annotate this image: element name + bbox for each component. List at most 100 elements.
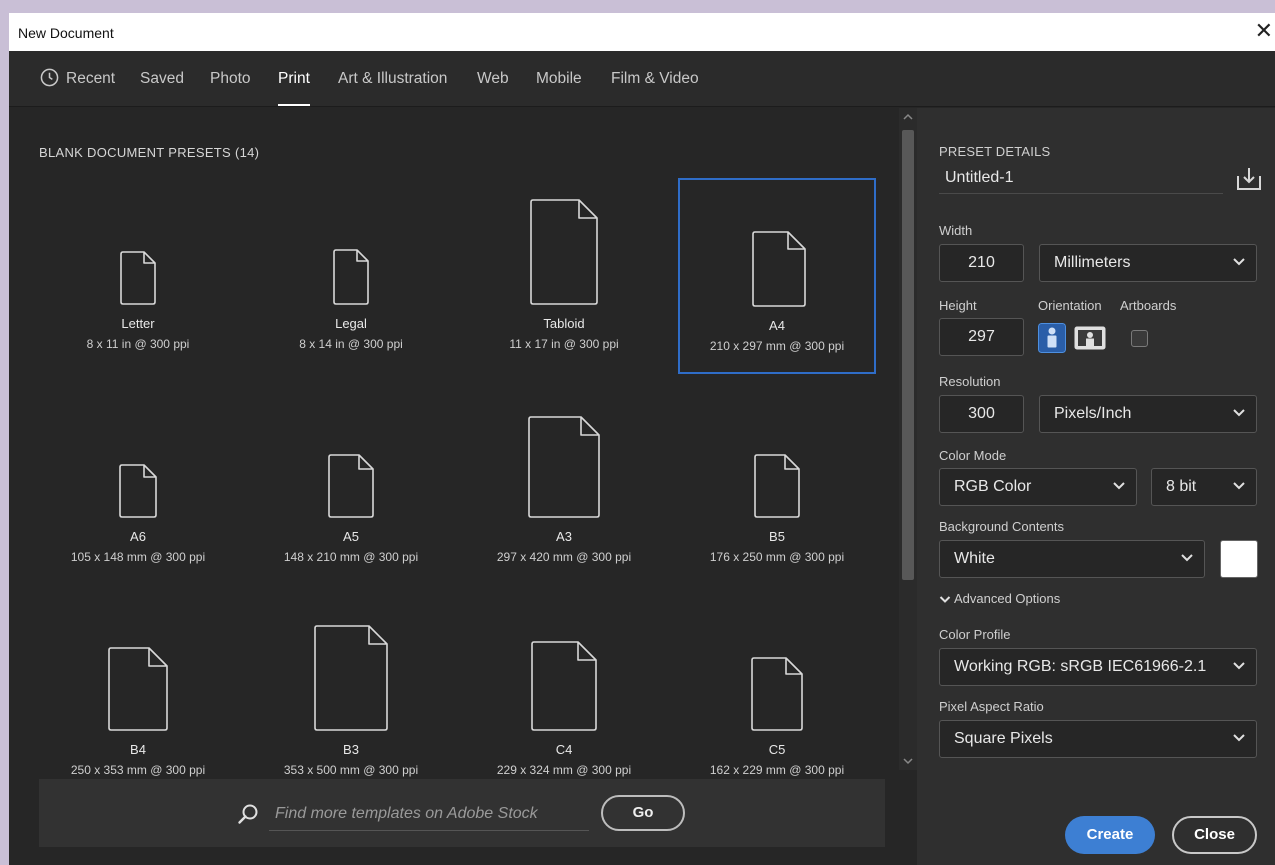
document-icon [528,416,600,518]
document-icon [328,454,374,518]
preset-card-tabloid[interactable]: Tabloid 11 x 17 in @ 300 ppi [465,178,663,374]
preset-card-a4[interactable]: A4 210 x 297 mm @ 300 ppi [678,178,876,374]
preset-card-b3[interactable]: B3 353 x 500 mm @ 300 ppi [252,604,450,800]
orientation-label: Orientation [1038,298,1102,313]
color-profile-value: Working RGB: sRGB IEC61966-2.1 [954,658,1207,675]
preset-card-a5[interactable]: A5 148 x 210 mm @ 300 ppi [252,391,450,587]
go-button[interactable]: Go [601,795,685,831]
category-tabs: Recent Saved Photo Print Art & Illustrat… [9,51,1275,107]
presets-scrollbar[interactable] [899,108,917,770]
preset-card-legal[interactable]: Legal 8 x 14 in @ 300 ppi [252,178,450,374]
width-label: Width [939,223,973,238]
advanced-options-toggle[interactable]: Advanced Options [939,591,1060,606]
preset-name: B4 [130,742,146,757]
pixel-aspect-ratio-label: Pixel Aspect Ratio [939,699,1044,714]
resolution-unit-value: Pixels/Inch [1054,405,1132,422]
chevron-down-icon [1233,734,1245,742]
preset-card-c5[interactable]: C5 162 x 229 mm @ 300 ppi [678,604,876,800]
preset-dimensions: 11 x 17 in @ 300 ppi [509,337,619,351]
document-icon [531,641,597,731]
height-value: 297 [968,328,995,345]
tab-art-illustration[interactable]: Art & Illustration [338,70,447,88]
tab-photo[interactable]: Photo [210,70,251,88]
presets-panel: BLANK DOCUMENT PRESETS (14) Letter 8 x 11… [9,108,899,865]
scroll-up-icon[interactable] [902,112,914,122]
height-input[interactable]: 297 [939,318,1024,356]
preset-name: Letter [121,316,155,331]
document-icon [314,625,388,731]
scroll-thumb[interactable] [902,130,914,580]
document-icon [530,199,598,305]
chevron-down-icon [1233,482,1245,490]
stock-search-input[interactable] [269,797,589,831]
dialog-title: New Document [18,25,114,41]
resolution-label: Resolution [939,374,1001,389]
preset-name: Legal [335,316,367,331]
stock-search-bar: Go [39,779,885,847]
preset-name: C5 [768,742,786,757]
tab-mobile[interactable]: Mobile [536,70,582,88]
preset-details-panel: PRESET DETAILS Untitled-1 Width 210 Mill… [917,108,1275,865]
chevron-down-icon [1181,554,1193,562]
search-icon [238,804,258,824]
document-icon [333,249,369,305]
resolution-unit-select[interactable]: Pixels/Inch [1039,395,1257,433]
preset-dimensions: 8 x 14 in @ 300 ppi [299,337,403,351]
document-icon [752,231,806,307]
width-value: 210 [968,254,995,271]
background-contents-label: Background Contents [939,519,1065,534]
color-mode-label: Color Mode [939,448,1007,463]
tab-saved[interactable]: Saved [140,70,184,88]
tab-recent[interactable]: Recent [66,70,115,88]
width-unit-value: Millimeters [1054,254,1131,271]
tab-print[interactable]: Print [278,70,310,88]
preset-dimensions: 353 x 500 mm @ 300 ppi [283,763,419,777]
artboards-checkbox[interactable] [1131,330,1148,347]
preset-name: A5 [343,529,359,544]
close-icon[interactable]: ✕ [1255,19,1273,43]
title-bar: New Document ✕ [9,13,1275,51]
chevron-down-icon [1233,409,1245,417]
document-icon [120,251,156,305]
scroll-down-icon[interactable] [902,756,914,766]
preset-dimensions: 229 x 324 mm @ 300 ppi [496,763,632,777]
preset-dimensions: 210 x 297 mm @ 300 ppi [709,339,845,353]
width-unit-select[interactable]: Millimeters [1039,244,1257,282]
preset-card-b5[interactable]: B5 176 x 250 mm @ 300 ppi [678,391,876,587]
preset-card-b4[interactable]: B4 250 x 353 mm @ 300 ppi [39,604,237,800]
color-mode-select[interactable]: RGB Color [939,468,1137,506]
document-icon [751,657,803,731]
background-contents-value: White [954,550,995,567]
color-profile-select[interactable]: Working RGB: sRGB IEC61966-2.1 [939,648,1257,686]
pixel-aspect-ratio-select[interactable]: Square Pixels [939,720,1257,758]
preset-dimensions: 176 x 250 mm @ 300 ppi [709,550,845,564]
preset-dimensions: 297 x 420 mm @ 300 ppi [496,550,632,564]
advanced-options-label: Advanced Options [954,591,1061,606]
preset-dimensions: 8 x 11 in @ 300 ppi [86,337,190,351]
preset-card-a3[interactable]: A3 297 x 420 mm @ 300 ppi [465,391,663,587]
bit-depth-select[interactable]: 8 bit [1151,468,1257,506]
tab-web[interactable]: Web [477,70,509,88]
tab-film-video[interactable]: Film & Video [611,70,699,88]
document-icon [108,647,168,731]
document-name-field[interactable]: Untitled-1 [939,162,1223,194]
preset-name: A4 [769,318,785,333]
preset-name: B5 [769,529,785,544]
preset-dimensions: 148 x 210 mm @ 300 ppi [283,550,419,564]
background-color-swatch[interactable] [1220,540,1258,578]
artboards-label: Artboards [1120,298,1177,313]
bit-depth-value: 8 bit [1166,478,1197,495]
preset-card-c4[interactable]: C4 229 x 324 mm @ 300 ppi [465,604,663,800]
background-contents-select[interactable]: White [939,540,1205,578]
resolution-input[interactable]: 300 [939,395,1024,433]
preset-name: A6 [130,529,146,544]
close-button[interactable]: Close [1172,816,1257,854]
height-label: Height [939,298,977,313]
preset-card-letter[interactable]: Letter 8 x 11 in @ 300 ppi [39,178,237,374]
save-preset-icon[interactable] [1235,166,1263,192]
preset-card-a6[interactable]: A6 105 x 148 mm @ 300 ppi [39,391,237,587]
portrait-orientation-icon[interactable] [1038,323,1066,353]
landscape-orientation-icon[interactable] [1074,323,1106,353]
width-input[interactable]: 210 [939,244,1024,282]
create-button[interactable]: Create [1065,816,1155,854]
